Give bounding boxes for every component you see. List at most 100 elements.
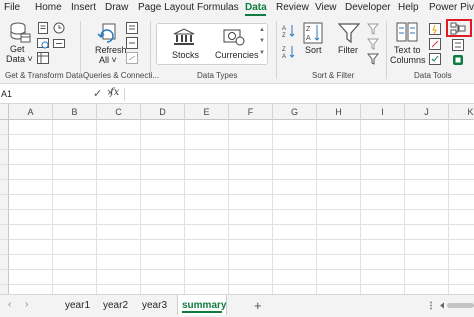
currencies-label: Currencies <box>215 50 259 60</box>
gridline-vertical <box>52 120 53 294</box>
flash-fill-icon <box>429 23 441 35</box>
tab-power-pivot[interactable]: Power Pivot <box>429 2 474 13</box>
gridline-horizontal <box>9 179 474 180</box>
tab-insert[interactable]: Insert <box>71 2 96 13</box>
refresh-all-label-1: Refresh <box>95 45 127 55</box>
scroll-left-icon[interactable]: ‹ <box>8 299 11 310</box>
link-icon <box>126 52 138 64</box>
row-header[interactable] <box>0 150 9 165</box>
row-header[interactable] <box>0 255 9 270</box>
gridline-horizontal <box>9 209 474 210</box>
column-header-f[interactable]: F <box>229 104 273 120</box>
gridline-vertical <box>360 120 361 294</box>
tab-review[interactable]: Review <box>276 2 309 13</box>
gallery-down-icon[interactable]: ▼ <box>259 38 265 44</box>
svg-text:Z: Z <box>306 26 311 33</box>
row-header[interactable] <box>0 120 9 135</box>
reapply-icon <box>367 38 379 50</box>
worksheet-grid[interactable]: ABCDEFGHIJK <box>0 104 474 294</box>
consolidate-icon <box>452 39 464 51</box>
row-header[interactable] <box>0 240 9 255</box>
row-header[interactable] <box>0 210 9 225</box>
column-header-j[interactable]: J <box>405 104 449 120</box>
column-header-d[interactable]: D <box>141 104 185 120</box>
highlight-annotation-box <box>446 19 472 37</box>
svg-text:A: A <box>282 54 286 59</box>
column-header-c[interactable]: C <box>97 104 141 120</box>
formula-input[interactable] <box>126 87 474 102</box>
tab-draw[interactable]: Draw <box>105 2 128 13</box>
column-header-i[interactable]: I <box>361 104 405 120</box>
gridline-horizontal <box>9 164 474 165</box>
tab-formulas[interactable]: Formulas <box>197 2 239 13</box>
group-separator <box>150 21 151 79</box>
group-separator <box>276 21 277 79</box>
column-header-g[interactable]: G <box>273 104 317 120</box>
row-header[interactable] <box>0 270 9 285</box>
gridline-horizontal <box>9 254 474 255</box>
column-header-k[interactable]: K <box>449 104 474 120</box>
group-separator <box>80 21 81 79</box>
sheet-tab-year1[interactable]: year1 <box>65 300 90 311</box>
tab-data[interactable]: Data <box>245 2 267 13</box>
stocks-label: Stocks <box>172 50 200 60</box>
column-header-a[interactable]: A <box>9 104 53 120</box>
scroll-right-icon[interactable]: › <box>25 299 28 310</box>
gridline-vertical <box>404 120 405 294</box>
data-model-icon <box>453 55 463 65</box>
clear-filter-icon <box>367 23 379 35</box>
tab-page-layout[interactable]: Page Layout <box>138 2 194 13</box>
group-label-queries: Queries & Connecti... <box>83 71 160 80</box>
active-sheet-indicator <box>182 311 222 313</box>
gridline-vertical <box>272 120 273 294</box>
gallery-up-icon[interactable]: ▲ <box>259 27 265 33</box>
gridline-horizontal <box>9 194 474 195</box>
svg-text:A: A <box>282 26 286 32</box>
data-types-gallery: Stocks Currencies ▲ ▼ ▼ <box>156 23 268 65</box>
sheet-tab-year3[interactable]: year3 <box>142 300 167 311</box>
add-sheet-icon[interactable]: + <box>254 298 262 313</box>
gridline-horizontal <box>9 284 474 285</box>
column-header-h[interactable]: H <box>317 104 361 120</box>
row-header[interactable] <box>0 135 9 150</box>
text-to-columns-label-2: Columns <box>390 55 426 65</box>
gridline-vertical <box>228 120 229 294</box>
horizontal-scrollbar[interactable] <box>428 300 474 311</box>
tab-view[interactable]: View <box>315 2 337 13</box>
column-header-b[interactable]: B <box>53 104 97 120</box>
insert-function-icon[interactable]: fx <box>110 87 119 98</box>
refresh-icon <box>97 23 116 43</box>
formula-bar: A1 ✓ × fx <box>0 85 474 104</box>
tab-file[interactable]: File <box>4 2 20 13</box>
sheet-tab-summary[interactable]: summary <box>182 300 226 311</box>
gridline-vertical <box>448 120 449 294</box>
name-box[interactable]: A1 <box>0 87 94 102</box>
row-header[interactable] <box>0 165 9 180</box>
sheet-tab-year2[interactable]: year2 <box>103 300 128 311</box>
tab-help[interactable]: Help <box>398 2 419 13</box>
svg-text:Z: Z <box>282 33 286 38</box>
svg-text:Z: Z <box>282 47 286 53</box>
connections-icon <box>53 39 65 48</box>
remove-duplicates-icon <box>429 38 441 50</box>
tab-developer[interactable]: Developer <box>345 2 391 13</box>
row-header[interactable] <box>0 225 9 240</box>
confirm-icon[interactable]: ✓ <box>93 87 102 100</box>
gridline-vertical <box>184 120 185 294</box>
ribbon-tab-bar: File Home Insert Draw Page Layout Formul… <box>0 0 474 17</box>
column-header-e[interactable]: E <box>185 104 229 120</box>
gallery-more-icon[interactable]: ▼ <box>259 50 265 56</box>
sort-descending-icon: Z A <box>282 46 295 59</box>
svg-text:A: A <box>306 35 311 42</box>
advanced-filter-icon <box>367 53 379 65</box>
select-all-corner[interactable] <box>0 104 9 120</box>
recent-sources-icon <box>53 22 65 34</box>
tab-home[interactable]: Home <box>35 2 62 13</box>
text-file-icon <box>38 22 48 34</box>
active-tab-indicator <box>245 14 266 16</box>
sort-label: Sort <box>305 45 322 55</box>
row-header[interactable] <box>0 180 9 195</box>
row-header[interactable] <box>0 195 9 210</box>
filter-label: Filter <box>338 45 358 55</box>
row-header[interactable] <box>0 285 9 294</box>
